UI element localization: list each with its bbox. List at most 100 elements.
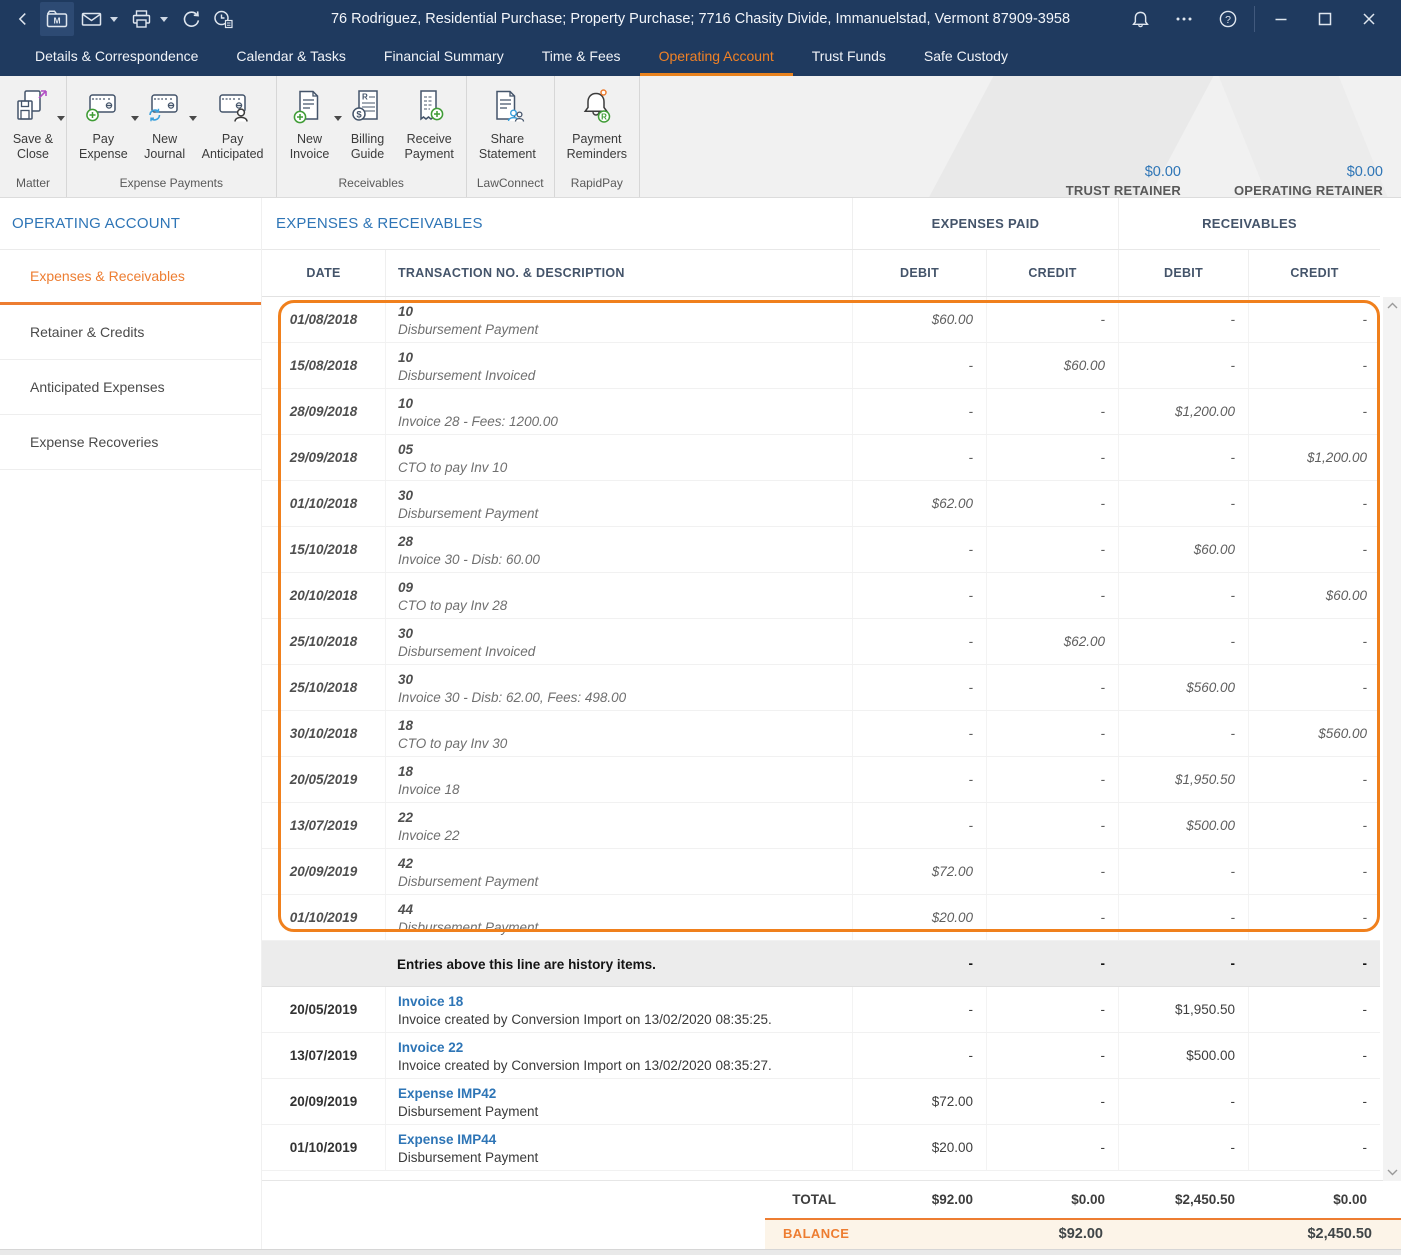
table-row[interactable]: 01/10/2019 Expense IMP44 Disbursement Paym…	[262, 1125, 1380, 1171]
maximize-icon[interactable]	[1303, 0, 1347, 38]
table-row[interactable]: 01/10/2018 30 Disbursement Payment $62.00- -…	[262, 481, 1380, 527]
table-row[interactable]: 20/09/2019 42 Disbursement Payment $72.00- -…	[262, 849, 1380, 895]
transaction-no: 10	[398, 396, 414, 411]
balance-expenses: $92.00	[1058, 1225, 1103, 1242]
sidebar-item-expense-recoveries[interactable]: Expense Recoveries	[0, 415, 261, 470]
share-statement-button[interactable]: Share Statement	[471, 88, 544, 162]
ribbon: $0.00 TRUST RETAINER $0.00 OPERATING RETAIN…	[0, 76, 1401, 198]
titlebar-right-icons: ?	[1118, 0, 1401, 38]
cell-amount: -	[1230, 956, 1236, 971]
table-row[interactable]: 29/09/2018 05 CTO to pay Inv 10- - - $1,200.0…	[262, 435, 1380, 481]
dropdown-caret-icon[interactable]	[160, 16, 168, 22]
billing-guide-button[interactable]: R $ Billing Guide	[339, 88, 397, 162]
payment-reminders-button[interactable]: R Payment Reminders	[559, 88, 635, 162]
sidebar-item-retainer-credits[interactable]: Retainer & Credits	[0, 305, 261, 360]
cell-amount: -	[1100, 956, 1106, 971]
table-row[interactable]: 25/10/2018 30 Disbursement Invoiced - $62.00…	[262, 619, 1380, 665]
help-icon[interactable]: ?	[1206, 0, 1250, 38]
pay-expense-button[interactable]: Pay Expense	[71, 88, 139, 162]
transaction-description: CTO to pay Inv 28	[398, 598, 508, 613]
table-row[interactable]: 01/08/2018 10 Disbursement Payment $60.00- -…	[262, 297, 1380, 343]
tab-safe-custody[interactable]: Safe Custody	[905, 38, 1027, 76]
titlebar-left-icons: M	[0, 0, 238, 38]
table-row[interactable]: 20/09/2019 Expense IMP42 Disbursement Paym…	[262, 1079, 1380, 1125]
scroll-up-icon[interactable]	[1383, 297, 1401, 314]
transaction-link[interactable]: Invoice 18	[398, 993, 842, 1010]
cell-amount: -	[1248, 803, 1380, 848]
table-row[interactable]: 25/10/2018 30 Invoice 30 - Disb: 62.00, Fe…	[262, 665, 1380, 711]
tab-trust-funds[interactable]: Trust Funds	[793, 38, 905, 76]
refresh-icon[interactable]	[176, 4, 206, 34]
table-row[interactable]: 20/05/2019 18 Invoice 18- - $1,950.50-	[262, 757, 1380, 803]
table-row[interactable]: 28/09/2018 10 Invoice 28 - Fees: 1200.00- -…	[262, 389, 1380, 435]
share-statement-icon	[487, 88, 527, 128]
cell-amount: -	[1248, 757, 1380, 802]
table-row[interactable]: 15/08/2018 10 Disbursement Invoiced - $60.00…	[262, 343, 1380, 389]
table-row[interactable]: 20/05/2019 Invoice 18 Invoice created by C…	[262, 987, 1380, 1033]
cell-amount: $1,950.50	[1118, 987, 1248, 1032]
tab-financial-summary[interactable]: Financial Summary	[365, 38, 523, 76]
transaction-description: Invoice created by Conversion Import on …	[398, 1058, 772, 1073]
back-icon[interactable]	[8, 4, 38, 34]
cell-amount: -	[986, 435, 1118, 480]
table-row[interactable]: 13/07/2019 22 Invoice 22- - $500.00-	[262, 803, 1380, 849]
tab-calendar-tasks[interactable]: Calendar & Tasks	[217, 38, 364, 76]
table-row[interactable]: 01/10/2019 44 Disbursement Payment $20.00- -…	[262, 895, 1380, 941]
history-icon[interactable]	[208, 4, 238, 34]
vertical-scrollbar[interactable]	[1383, 297, 1401, 1181]
print-icon[interactable]	[126, 4, 156, 34]
pay-anticipated-button[interactable]: Pay Anticipated	[194, 88, 272, 162]
new-invoice-button[interactable]: New Invoice	[281, 88, 342, 162]
button-label: Invoice	[289, 147, 330, 161]
cell-amount: $60.00	[1248, 573, 1380, 618]
dropdown-caret-icon[interactable]	[110, 16, 118, 22]
new-journal-button[interactable]: New Journal	[136, 88, 197, 162]
transaction-description: Invoice 22	[398, 828, 460, 843]
transaction-link[interactable]: Expense IMP42	[398, 1085, 842, 1102]
transaction-description: Disbursement Payment	[398, 1150, 539, 1165]
minimize-icon[interactable]	[1259, 0, 1303, 38]
cell-amount: -	[1248, 343, 1380, 388]
cell-amount: -	[986, 481, 1118, 526]
cell-amount: -	[852, 435, 986, 480]
cell-amount: $20.00	[852, 895, 986, 940]
table-row[interactable]: 15/10/2018 28 Invoice 30 - Disb: 60.00- - $6…	[262, 527, 1380, 573]
close-icon[interactable]	[1347, 0, 1391, 38]
cell-amount: -	[986, 849, 1118, 894]
button-label: New	[297, 132, 323, 146]
transaction-no: 09	[398, 580, 414, 595]
tab-operating-account[interactable]: Operating Account	[639, 38, 793, 76]
tab-time-fees[interactable]: Time & Fees	[523, 38, 640, 76]
cell-description: 10 Disbursement Payment	[385, 297, 852, 342]
cell-date: 01/08/2018	[289, 312, 358, 327]
tab-details-correspondence[interactable]: Details & Correspondence	[16, 38, 217, 76]
transaction-no: 18	[398, 764, 414, 779]
cell-date: 30/10/2018	[289, 726, 358, 741]
table-row[interactable]: 30/10/2018 18 CTO to pay Inv 30- - - $560.00	[262, 711, 1380, 757]
save-close-button[interactable]: Save & Close	[4, 88, 65, 162]
cell-amount: -	[968, 956, 974, 971]
transaction-no: 30	[398, 626, 414, 641]
transaction-description: CTO to pay Inv 10	[398, 460, 508, 475]
table-row[interactable]: 20/10/2018 09 CTO to pay Inv 28- - - $60.00	[262, 573, 1380, 619]
cell-amount: $1,200.00	[1118, 389, 1248, 434]
receive-payment-button[interactable]: Receive Payment	[397, 88, 462, 162]
total-ep-credit: $0.00	[1071, 1192, 1105, 1207]
cell-amount: -	[852, 619, 986, 664]
sidebar-item-expenses-receivables[interactable]: Expenses & Receivables	[0, 250, 261, 305]
col-rc-debit: DEBIT	[1118, 250, 1248, 296]
transaction-link[interactable]: Expense IMP44	[398, 1131, 842, 1148]
table-row[interactable]: 13/07/2019 Invoice 22 Invoice created by C…	[262, 1033, 1380, 1079]
save-close-icon	[13, 88, 53, 128]
cell-amount: -	[852, 757, 986, 802]
col-date: DATE	[306, 266, 341, 280]
transaction-link[interactable]: Invoice 22	[398, 1039, 842, 1056]
notifications-icon[interactable]	[1118, 0, 1162, 38]
more-icon[interactable]	[1162, 0, 1206, 38]
sidebar-item-anticipated-expenses[interactable]: Anticipated Expenses	[0, 360, 261, 415]
scroll-down-icon[interactable]	[1383, 1164, 1401, 1181]
email-icon[interactable]	[76, 4, 106, 34]
cell-amount: $20.00	[852, 1125, 986, 1170]
table-footer-divider	[262, 1171, 1401, 1181]
matter-folder-icon[interactable]: M	[40, 2, 74, 36]
